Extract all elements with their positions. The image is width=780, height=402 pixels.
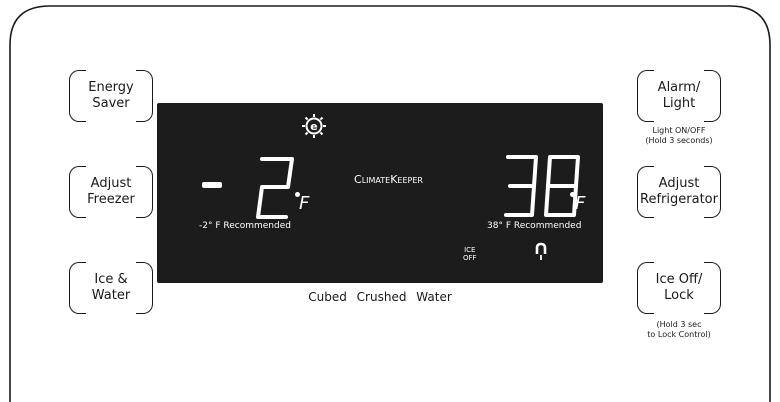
adjust-refrigerator-label-line1: Adjust bbox=[658, 176, 700, 191]
adjust-freezer-label-line1: Adjust bbox=[90, 176, 132, 191]
ice-water-label-line1: Ice & bbox=[94, 272, 128, 287]
ice-off-lock-label-line1: Ice Off/ bbox=[655, 272, 703, 287]
adjust-refrigerator-label-line2: Refrigerator bbox=[640, 192, 718, 207]
freezer-sign bbox=[202, 182, 222, 188]
light-note-line2: (Hold 3 seconds) bbox=[645, 136, 713, 145]
adjust-freezer-label-line2: Freezer bbox=[87, 192, 135, 207]
adjust-freezer-button[interactable]: Adjust Freezer bbox=[69, 166, 153, 218]
alarm-light-button[interactable]: Alarm/ Light bbox=[637, 70, 721, 122]
ice-water-button[interactable]: Ice & Water bbox=[69, 262, 153, 314]
ice-water-label-line2: Water bbox=[91, 288, 131, 303]
freezer-temp-digit bbox=[256, 157, 294, 219]
fridge-temp-digits bbox=[504, 155, 580, 217]
mode-cubed: Cubed bbox=[308, 290, 347, 304]
ice-off-line2: OFF bbox=[463, 254, 477, 262]
mode-crushed: Crushed bbox=[356, 290, 407, 304]
brand-eeper: EEPER bbox=[397, 176, 423, 185]
lock-note-line2: to Lock Control) bbox=[647, 330, 711, 339]
mode-water: Water bbox=[416, 290, 452, 304]
lock-note-line1: (Hold 3 sec bbox=[656, 320, 702, 329]
freezer-unit: F bbox=[299, 193, 310, 214]
energy-saver-label-line1: Energy bbox=[88, 80, 134, 95]
light-note: Light ON/OFF (Hold 3 seconds) bbox=[619, 126, 739, 146]
alarm-light-label-line2: Light bbox=[662, 96, 696, 111]
freezer-recommended: -2° F Recommended bbox=[199, 221, 291, 231]
energy-saver-label-line2: Saver bbox=[92, 96, 130, 111]
ice-off-indicator: ICE OFF bbox=[463, 246, 477, 262]
brand-c: C bbox=[354, 173, 362, 186]
brand-limate: LIMATE bbox=[361, 176, 391, 185]
climatekeeper-brand: CLIMATEKEEPER bbox=[354, 173, 423, 186]
energy-saver-button[interactable]: Energy Saver bbox=[69, 70, 153, 122]
ice-off-line1: ICE bbox=[464, 246, 476, 254]
lcd-display: e F -2° F Recommended CLIMATEKEEPER F 38… bbox=[157, 103, 603, 283]
lock-note: (Hold 3 sec to Lock Control) bbox=[619, 320, 739, 340]
energy-saver-icon: e bbox=[302, 114, 326, 138]
alarm-light-label-line1: Alarm/ bbox=[657, 80, 701, 95]
svg-text:e: e bbox=[310, 120, 317, 133]
adjust-refrigerator-button[interactable]: Adjust Refrigerator bbox=[637, 166, 721, 218]
dispenser-mode-labels: Cubed Crushed Water bbox=[157, 290, 603, 304]
light-note-line1: Light ON/OFF bbox=[652, 126, 706, 135]
fridge-recommended: 38° F Recommended bbox=[487, 221, 582, 231]
lock-icon bbox=[535, 242, 547, 260]
ice-off-lock-label-line2: Lock bbox=[664, 288, 694, 303]
ice-off-lock-button[interactable]: Ice Off/ Lock bbox=[637, 262, 721, 314]
fridge-unit: F bbox=[575, 193, 586, 214]
